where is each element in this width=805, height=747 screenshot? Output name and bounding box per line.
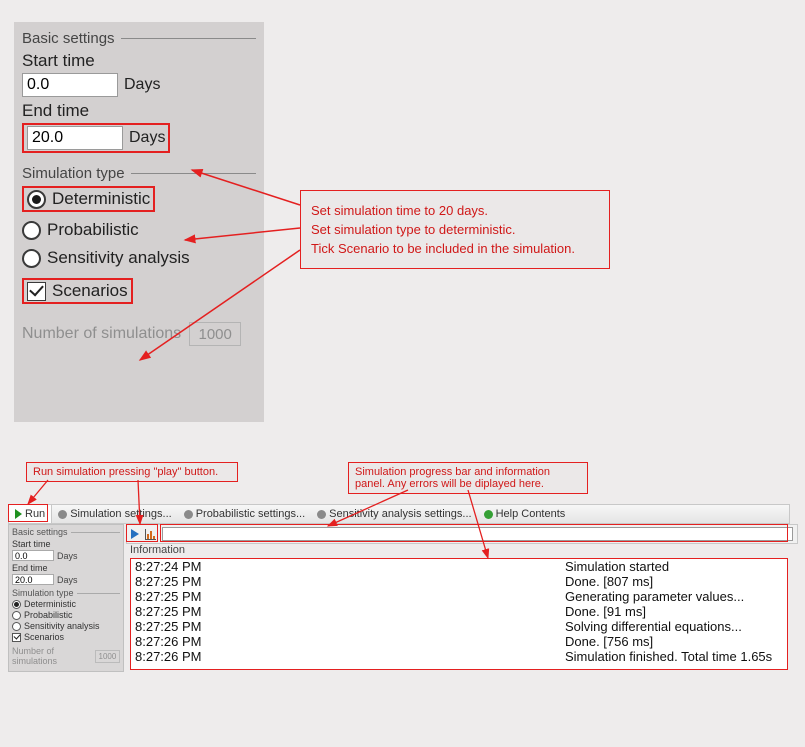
annotation-line: Set simulation type to deterministic. <box>311 222 599 237</box>
number-of-simulations-value: 1000 <box>189 322 241 346</box>
log-message: Done. [91 ms] <box>565 604 783 619</box>
log-row: 8:27:26 PMSimulation finished. Total tim… <box>131 649 787 664</box>
start-time-unit: Days <box>57 551 78 561</box>
run-view: Run simulation pressing "play" button. S… <box>8 462 790 687</box>
simulation-type-label: Simulation type <box>22 165 125 182</box>
radio-sensitivity-label: Sensitivity analysis <box>47 248 190 268</box>
help-icon <box>484 510 493 519</box>
end-time-label: End time <box>22 101 256 121</box>
log-row: 8:27:24 PMSimulation started <box>131 559 787 574</box>
start-time-unit: Days <box>124 76 160 94</box>
simulation-type-group-title: Simulation type <box>22 165 256 182</box>
basic-settings-label: Basic settings <box>12 527 68 537</box>
tab-sensitivity-settings[interactable]: Sensitivity analysis settings... <box>311 505 477 523</box>
log-message: Simulation started <box>565 559 783 574</box>
radio-sensitivity-analysis[interactable] <box>22 249 41 268</box>
radio-deterministic[interactable] <box>12 600 21 609</box>
log-message: Solving differential equations... <box>565 619 783 634</box>
log-time: 8:27:25 PM <box>135 574 565 589</box>
checkbox-scenarios[interactable] <box>27 282 46 301</box>
basic-settings-label: Basic settings <box>22 30 115 47</box>
simulation-settings-panel-small: Basic settings Start time Days End time … <box>8 524 124 672</box>
start-time-label: Start time <box>22 51 256 71</box>
gear-icon <box>184 510 193 519</box>
main-tabbar: Run Simulation settings... Probabilistic… <box>8 504 790 524</box>
tab-probabilistic-settings-label: Probabilistic settings... <box>196 508 305 520</box>
checkbox-scenarios[interactable] <box>12 633 21 642</box>
log-message: Done. [807 ms] <box>565 574 783 589</box>
log-row: 8:27:26 PMDone. [756 ms] <box>131 634 787 649</box>
radio-probabilistic[interactable] <box>22 221 41 240</box>
log-time: 8:27:25 PM <box>135 619 565 634</box>
annotation-run-button: Run simulation pressing "play" button. <box>26 462 238 482</box>
checkbox-scenarios-label: Scenarios <box>24 632 64 642</box>
annotation-progress-panel: Simulation progress bar and information … <box>348 462 588 494</box>
tab-simulation-settings[interactable]: Simulation settings... <box>52 505 178 523</box>
end-time-input[interactable] <box>12 574 54 585</box>
log-row: 8:27:25 PMGenerating parameter values... <box>131 589 787 604</box>
tab-probabilistic-settings[interactable]: Probabilistic settings... <box>178 505 311 523</box>
annotation-line: Tick Scenario to be included in the simu… <box>311 241 599 256</box>
information-panel-title: Information <box>130 544 185 556</box>
end-time-input[interactable] <box>27 126 123 150</box>
divider <box>121 38 256 39</box>
radio-deterministic-label: Deterministic <box>24 599 76 609</box>
tab-sensitivity-settings-label: Sensitivity analysis settings... <box>329 508 471 520</box>
radio-probabilistic-label: Probabilistic <box>24 610 73 620</box>
log-time: 8:27:26 PM <box>135 634 565 649</box>
end-time-label: End time <box>12 563 120 573</box>
start-time-input[interactable] <box>12 550 54 561</box>
log-row: 8:27:25 PMSolving differential equations… <box>131 619 787 634</box>
highlight-progress-bar <box>160 524 788 542</box>
log-time: 8:27:25 PM <box>135 604 565 619</box>
radio-probabilistic[interactable] <box>12 611 21 620</box>
log-message: Simulation finished. Total time 1.65s <box>565 649 783 664</box>
highlight-run-tab <box>8 504 48 522</box>
gear-icon <box>58 510 67 519</box>
start-time-input[interactable] <box>22 73 118 97</box>
tab-help-contents[interactable]: Help Contents <box>478 505 572 523</box>
basic-settings-group-title: Basic settings <box>22 30 256 47</box>
radio-probabilistic-label: Probabilistic <box>47 220 139 240</box>
start-time-label: Start time <box>12 539 120 549</box>
log-message: Generating parameter values... <box>565 589 783 604</box>
tab-help-label: Help Contents <box>496 508 566 520</box>
log-message: Done. [756 ms] <box>565 634 783 649</box>
annotation-instructions-top: Set simulation time to 20 days. Set simu… <box>300 190 610 269</box>
radio-sensitivity-analysis[interactable] <box>12 622 21 631</box>
gear-icon <box>317 510 326 519</box>
checkbox-scenarios-label: Scenarios <box>52 281 128 301</box>
simulation-type-label: Simulation type <box>12 588 74 598</box>
number-of-simulations-label: Number of simulations <box>12 646 92 666</box>
tab-simulation-settings-label: Simulation settings... <box>70 508 172 520</box>
radio-sensitivity-label: Sensitivity analysis <box>24 621 100 631</box>
log-time: 8:27:25 PM <box>135 589 565 604</box>
end-time-unit: Days <box>57 575 78 585</box>
end-time-unit: Days <box>129 129 165 147</box>
radio-deterministic-label: Deterministic <box>52 189 150 209</box>
annotation-line: Set simulation time to 20 days. <box>311 203 599 218</box>
log-row: 8:27:25 PMDone. [807 ms] <box>131 574 787 589</box>
number-of-simulations-value: 1000 <box>95 650 120 663</box>
divider <box>131 173 256 174</box>
log-time: 8:27:26 PM <box>135 649 565 664</box>
log-time: 8:27:24 PM <box>135 559 565 574</box>
number-of-simulations-label: Number of simulations <box>22 325 181 343</box>
radio-deterministic[interactable] <box>27 190 46 209</box>
highlight-play-button <box>126 524 158 542</box>
simulation-settings-panel: Basic settings Start time Days End time … <box>14 22 264 422</box>
log-row: 8:27:25 PMDone. [91 ms] <box>131 604 787 619</box>
information-log: 8:27:24 PMSimulation started 8:27:25 PMD… <box>130 558 788 670</box>
